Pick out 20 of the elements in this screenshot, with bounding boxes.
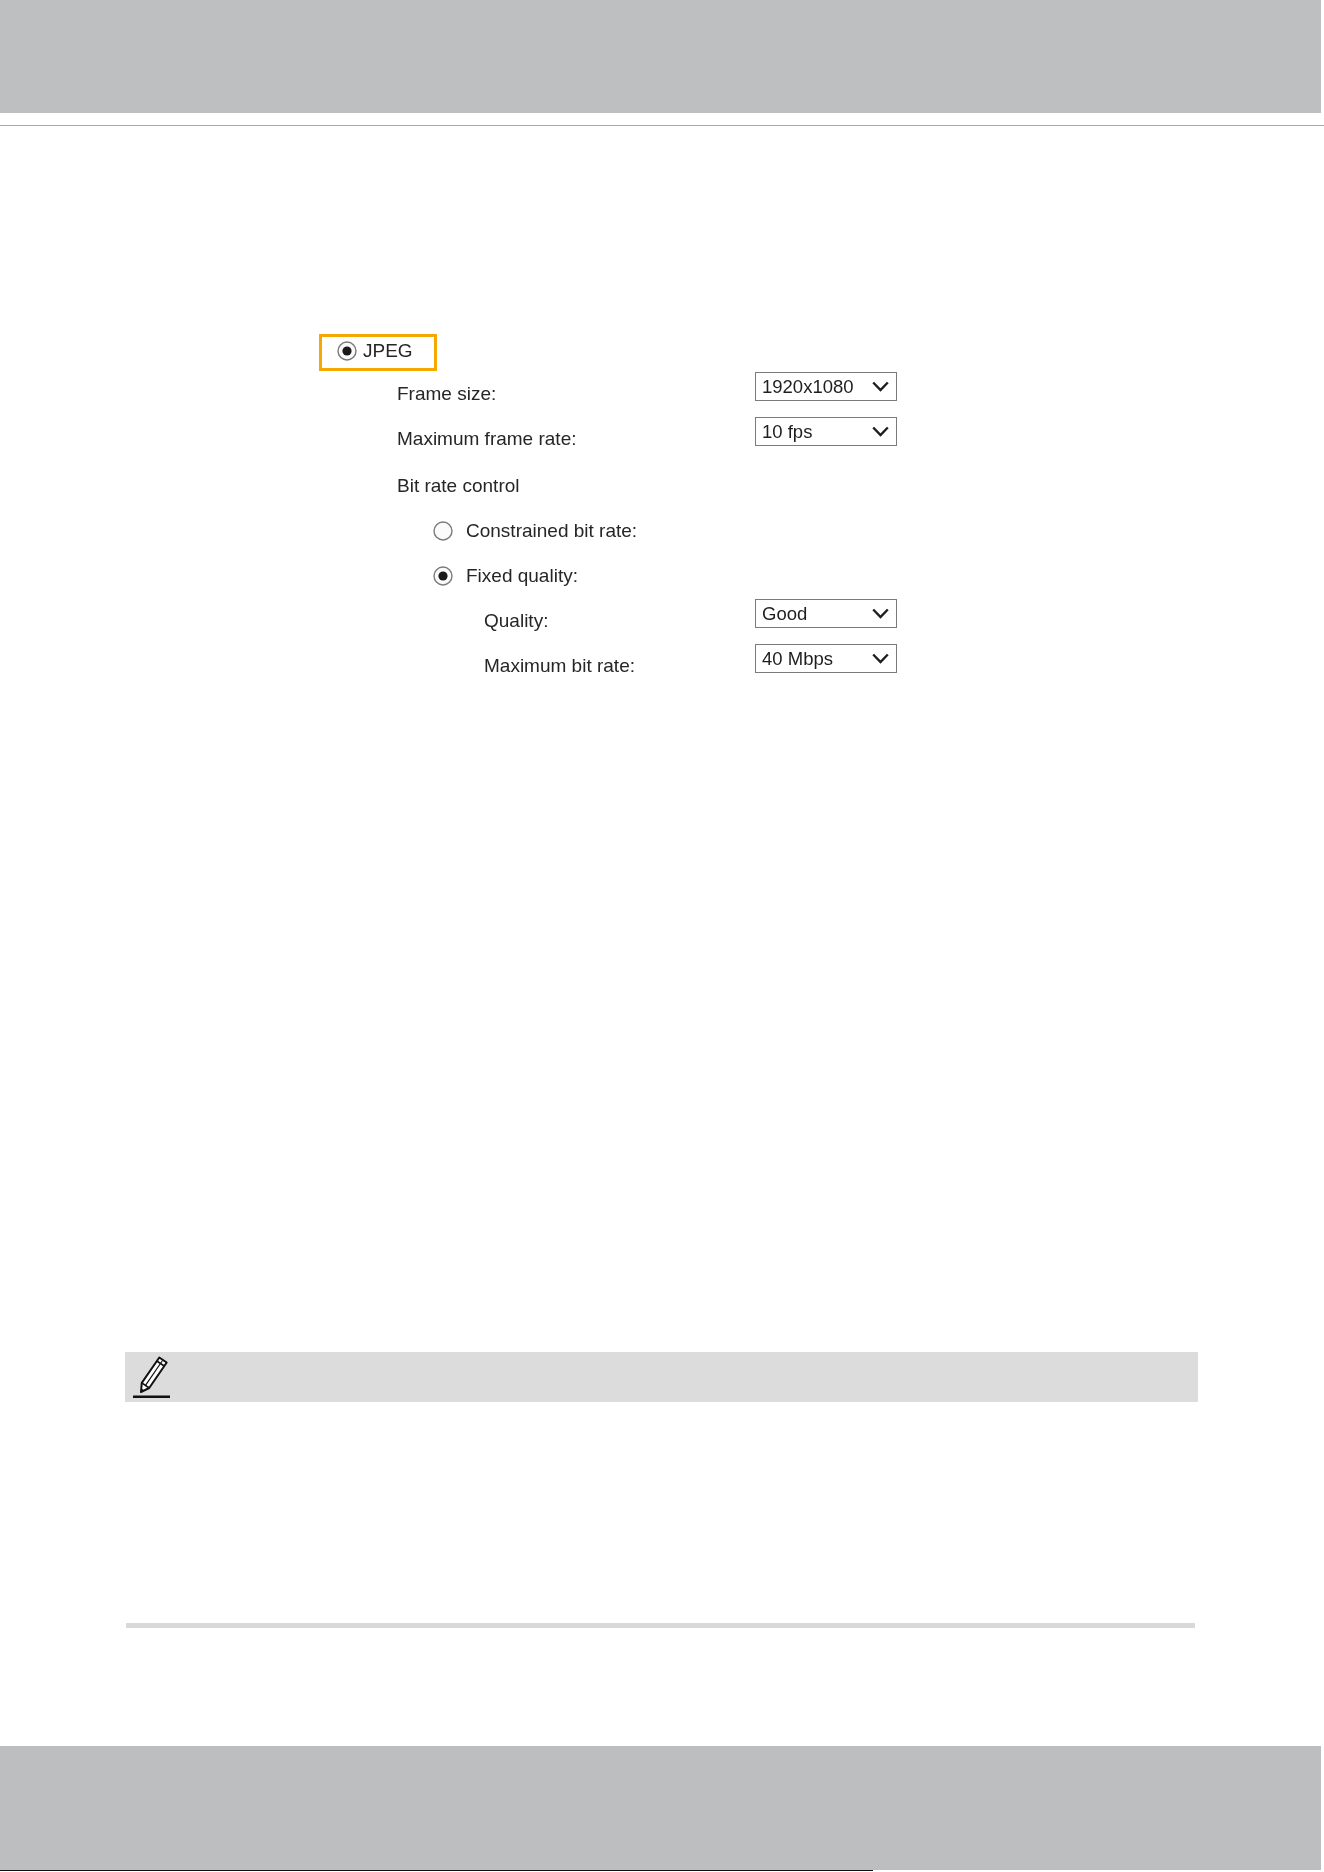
dropdown[interactable]: 40 Mbps — [755, 644, 897, 673]
radio-label[interactable]: JPEG — [363, 340, 413, 362]
field-label: Maximum bit rate: — [484, 655, 635, 677]
radio-empty-icon[interactable] — [433, 521, 453, 541]
field-label: Maximum frame rate: — [397, 428, 577, 450]
radio-label[interactable]: Constrained bit rate: — [466, 520, 638, 542]
chevron-icon — [872, 653, 889, 664]
radio-label[interactable]: Fixed quality: — [466, 565, 578, 587]
dropdown[interactable]: Good — [755, 599, 897, 628]
chevron-icon — [872, 426, 889, 437]
chevron-icon — [872, 381, 889, 392]
field-label: Frame size: — [397, 383, 497, 405]
field-label: Quality: — [484, 610, 549, 632]
radio-selected-icon[interactable] — [433, 566, 453, 586]
dropdown[interactable]: 10 fps — [755, 417, 897, 446]
radio-selected-icon[interactable] — [337, 341, 357, 361]
pencil-icon — [133, 1356, 170, 1398]
section-label: Bit rate control — [397, 475, 520, 497]
chevron-icon — [872, 608, 889, 619]
dropdown[interactable]: 1920x1080 — [755, 372, 897, 401]
